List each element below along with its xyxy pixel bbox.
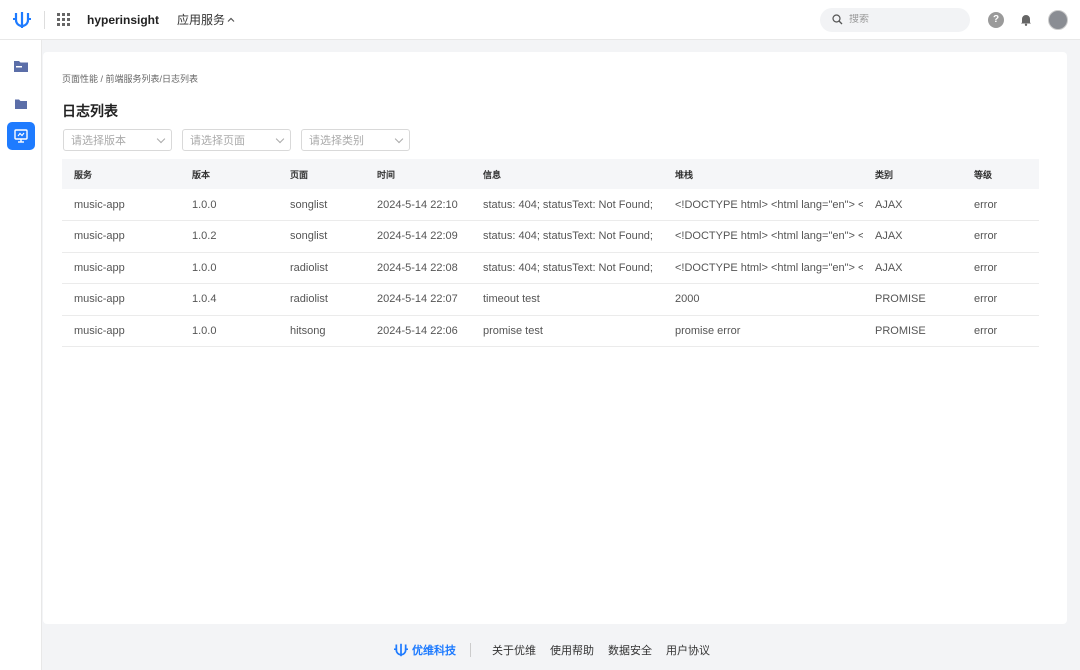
cell-stack: 2000 [675,293,700,306]
brand-name[interactable]: hyperinsight [87,13,159,27]
cell-page: hitsong [290,324,326,337]
content-card: 页面性能 / 前端服务列表/日志列表 日志列表 请选择版本 请选择页面 请选择类… [43,52,1067,624]
chevron-down-icon [156,134,166,143]
cell-level: error [974,261,998,274]
search-box[interactable] [820,7,970,32]
cell-version: 1.0.4 [192,293,217,306]
cell-message: promise test [483,324,543,337]
chevron-up-icon [227,17,235,22]
version-select[interactable]: 请选择版本 [63,129,172,151]
column-header: 时间 [377,169,396,180]
cell-category: AJAX [875,261,903,274]
table-row[interactable]: music-app 1.0.2 songlist 2024-5-14 22:09… [62,221,1039,252]
column-header: 页面 [290,169,309,180]
cell-page: radiolist [290,261,328,274]
cell-version: 1.0.2 [192,230,217,243]
app-services-menu[interactable]: 应用服务 [177,11,235,28]
cell-version: 1.0.0 [192,261,217,274]
cell-category: AJAX [875,230,903,243]
help-icon[interactable]: ? [988,11,1004,28]
folder-icon [15,99,27,109]
cell-time: 2024-5-14 22:09 [377,230,458,243]
column-header: 等级 [974,169,993,180]
cell-stack: promise error [675,324,741,337]
log-table: 服务 版本 页面 时间 信息 堆栈 类别 等级 music-app 1.0.0 … [62,159,1039,347]
chevron-down-icon [394,134,404,143]
footer-link-terms[interactable]: 用户协议 [666,642,710,658]
cell-message: status: 404; statusText: Not Found; [483,198,653,211]
footer-divider [470,643,471,657]
cell-category: AJAX [875,198,903,211]
page-select[interactable]: 请选择页面 [182,129,291,151]
header-divider [44,10,45,29]
cell-service: music-app [74,324,125,337]
category-select[interactable]: 请选择类别 [301,129,410,151]
sidebar-item-monitor[interactable] [7,122,35,150]
page-title: 日志列表 [62,103,118,119]
version-select-placeholder: 请选择版本 [71,135,126,147]
column-header: 版本 [192,169,211,180]
folder-icon [14,61,28,72]
footer: 优维科技 关于优维 使用帮助 数据安全 用户协议 [43,630,1067,670]
cell-version: 1.0.0 [192,324,217,337]
cell-time: 2024-5-14 22:07 [377,293,458,306]
cell-time: 2024-5-14 22:06 [377,324,458,337]
company-name: 优维科技 [412,645,456,657]
cell-category: PROMISE [875,293,926,306]
cell-stack: <!DOCTYPE html> <html lang="en"> < [675,261,863,274]
apps-grid-icon[interactable] [57,12,71,27]
cell-service: music-app [74,261,125,274]
breadcrumb[interactable]: 页面性能 / 前端服务列表/日志列表 [62,72,198,85]
table-row[interactable]: music-app 1.0.0 hitsong 2024-5-14 22:06 … [62,315,1039,347]
top-bar: hyperinsight 应用服务 ? [0,0,1080,40]
table-row[interactable]: music-app 1.0.0 songlist 2024-5-14 22:10… [62,189,1039,221]
column-header: 服务 [74,169,93,180]
search-icon [832,14,843,25]
table-row[interactable]: music-app 1.0.4 radiolist 2024-5-14 22:0… [62,284,1039,315]
footer-logo[interactable]: 优维科技 [393,642,456,658]
sidebar-item-folder[interactable] [7,52,35,80]
sidebar [0,40,42,670]
cell-level: error [974,293,998,306]
cell-message: status: 404; statusText: Not Found; [483,230,653,243]
column-header: 信息 [483,169,502,180]
footer-link-help[interactable]: 使用帮助 [550,642,594,658]
app-services-label: 应用服务 [177,13,226,27]
cell-page: radiolist [290,293,328,306]
footer-link-security[interactable]: 数据安全 [608,642,652,658]
cell-service: music-app [74,293,125,306]
company-logo-icon [394,643,408,657]
avatar[interactable] [1048,9,1068,30]
search-input[interactable] [849,14,959,25]
cell-level: error [974,198,998,211]
logo-icon[interactable] [0,0,44,40]
cell-category: PROMISE [875,324,926,337]
filter-bar: 请选择版本 请选择页面 请选择类别 [63,129,410,151]
cell-stack: <!DOCTYPE html> <html lang="en"> < [675,198,863,211]
cell-time: 2024-5-14 22:10 [377,198,458,211]
bell-icon[interactable] [1018,12,1034,28]
cell-service: music-app [74,198,125,211]
table-row[interactable]: music-app 1.0.0 radiolist 2024-5-14 22:0… [62,252,1039,284]
page-select-placeholder: 请选择页面 [190,135,245,147]
column-header: 堆栈 [675,169,694,180]
footer-link-about[interactable]: 关于优维 [492,642,536,658]
table-header-row: 服务 版本 页面 时间 信息 堆栈 类别 等级 [62,159,1039,189]
cell-stack: <!DOCTYPE html> <html lang="en"> < [675,230,863,243]
cell-page: songlist [290,198,328,211]
cell-level: error [974,324,998,337]
cell-page: songlist [290,230,328,243]
category-select-placeholder: 请选择类别 [309,135,364,147]
cell-service: music-app [74,230,125,243]
chevron-down-icon [275,134,285,143]
cell-version: 1.0.0 [192,198,217,211]
cell-message: timeout test [483,293,540,306]
sidebar-item-files[interactable] [7,90,35,118]
column-header: 类别 [875,169,894,180]
cell-time: 2024-5-14 22:08 [377,261,458,274]
cell-message: status: 404; statusText: Not Found; [483,261,653,274]
monitor-icon [14,129,28,143]
cell-level: error [974,230,998,243]
